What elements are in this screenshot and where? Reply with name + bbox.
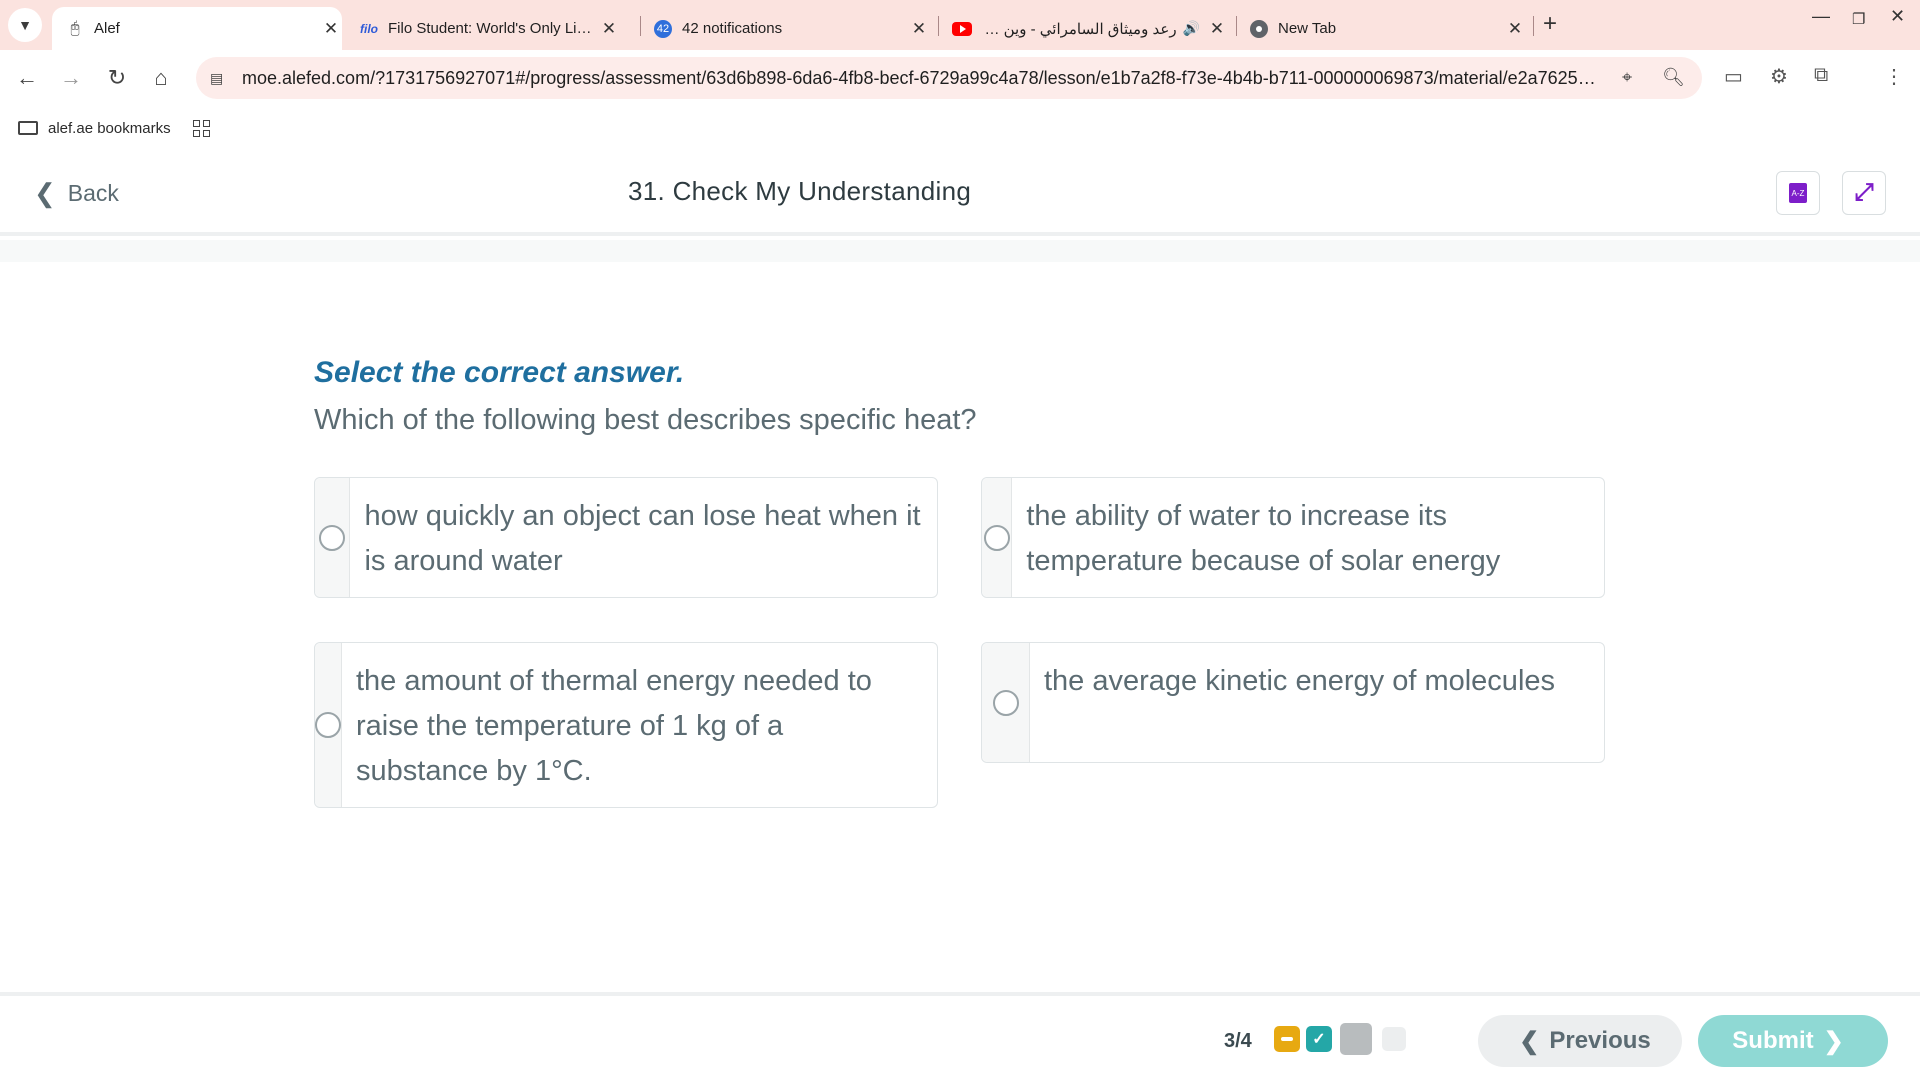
location-pin-icon[interactable]: ⌖ (1622, 67, 1632, 88)
chevron-left-icon: ❮ (34, 178, 56, 208)
tab-title: Filo Student: World's Only Live I (388, 20, 598, 37)
answer-text: how quickly an object can lose heat when… (364, 500, 921, 577)
tab-youtube[interactable]: رعد وميثاق السامرائي - وين صر 🔊 ✕ (938, 7, 1228, 50)
close-icon[interactable]: ✕ (598, 19, 620, 39)
answer-text: the average kinetic energy of molecules (1044, 665, 1556, 697)
progress-counter: 3/4 (1224, 1030, 1252, 1052)
browser-toolbar: ← → ↻ ⌂ ▤ moe.alefed.com/?1731756927071#… (0, 50, 1920, 106)
radio-column (315, 643, 342, 807)
radio-column (982, 643, 1030, 762)
tab-alef[interactable]: 🖰 Alef ✕ (52, 7, 342, 50)
expand-icon: ⤢ (1854, 179, 1874, 206)
question-instruction: Select the correct answer. (314, 356, 685, 389)
url-text: moe.alefed.com/?1731756927071#/progress/… (242, 67, 1602, 88)
window-close-icon[interactable]: ✕ (1890, 6, 1905, 27)
tab-new-tab[interactable]: New Tab ✕ (1236, 7, 1526, 50)
more-menu-icon[interactable]: ⋮ (1884, 64, 1904, 89)
close-icon[interactable]: ✕ (320, 19, 342, 39)
answer-text: the amount of thermal energy needed to r… (356, 665, 872, 787)
header-divider (0, 240, 1920, 262)
tab-search-menu-button[interactable]: ▼ (8, 8, 42, 42)
progress-item-3-current[interactable] (1340, 1023, 1372, 1055)
extensions-puzzle-icon[interactable]: ⧉ (1814, 64, 1828, 87)
question-prompt: Which of the following best describes sp… (314, 404, 977, 436)
youtube-icon (952, 21, 972, 36)
alef-icon: 🖰 (70, 19, 80, 37)
tab-separator (1533, 16, 1534, 36)
bookmark-folder-alef[interactable]: alef.ae bookmarks (18, 120, 171, 137)
answer-option-2[interactable]: the ability of water to increase its tem… (981, 477, 1605, 598)
close-icon[interactable]: ✕ (908, 19, 930, 39)
answer-option-1[interactable]: how quickly an object can lose heat when… (314, 477, 938, 598)
forward-arrow-icon[interactable]: → (58, 65, 84, 91)
folder-icon (18, 121, 38, 135)
tab-title: New Tab (1278, 20, 1337, 37)
submit-label: Submit (1732, 1027, 1814, 1054)
chevron-down-icon: ▼ (18, 17, 32, 33)
radio-column (982, 478, 1013, 597)
lesson-header: ❮ Back 31. Check My Understanding A-Z ⤢ (0, 150, 1920, 236)
restore-icon[interactable]: ❐ (1852, 10, 1865, 28)
cast-icon[interactable]: ▭ (1724, 64, 1743, 89)
tab-notifications[interactable]: 42 42 notifications ✕ (640, 7, 930, 50)
fullscreen-button[interactable]: ⤢ (1842, 171, 1886, 215)
tab-filo[interactable]: filo Filo Student: World's Only Live I ✕ (346, 7, 632, 50)
check-icon: ✓ (1312, 1031, 1326, 1048)
minimize-icon[interactable]: — (1812, 6, 1830, 27)
submit-button[interactable]: Submit ❯ (1698, 1015, 1888, 1067)
progress-item-2-correct[interactable]: ✓ (1306, 1026, 1332, 1052)
notification-badge-icon: 42 (654, 19, 672, 38)
tab-title: Alef (94, 20, 120, 37)
page-title: 31. Check My Understanding (628, 176, 972, 206)
back-label: Back (67, 180, 119, 206)
reload-icon[interactable]: ↻ (104, 65, 130, 91)
radio-button[interactable] (315, 712, 341, 738)
close-icon[interactable]: ✕ (1504, 19, 1526, 39)
filo-icon: filo (360, 21, 378, 36)
chevron-right-icon: ❯ (1823, 1027, 1844, 1055)
assessment-footer: 3/4 ✓ ❮ Previous Submit ❯ (0, 992, 1920, 1080)
new-tab-button[interactable]: + (1543, 10, 1557, 38)
site-info-icon[interactable]: ▤ (210, 70, 230, 87)
question-block: Select the correct answer. Which of the … (314, 356, 977, 437)
tab-title: 42 notifications (682, 20, 783, 37)
radio-button[interactable] (992, 689, 1019, 716)
extension-gear-icon[interactable]: ⚙ (1770, 64, 1788, 89)
answer-option-4[interactable]: the average kinetic energy of molecules (981, 642, 1605, 763)
zoom-icon[interactable]: 🔍︎ (1662, 67, 1685, 88)
progress-item-1-partial[interactable] (1274, 1026, 1300, 1052)
audio-playing-icon[interactable]: 🔊 (1183, 20, 1200, 37)
a-z-glossary-icon: A-Z (1789, 183, 1807, 203)
chrome-icon (1250, 19, 1268, 38)
close-icon[interactable]: ✕ (1206, 19, 1228, 39)
back-arrow-icon[interactable]: ← (14, 65, 40, 91)
chevron-left-icon: ❮ (1519, 1027, 1540, 1055)
answer-text: the ability of water to increase its tem… (1026, 500, 1501, 577)
address-bar[interactable]: ▤ moe.alefed.com/?1731756927071#/progres… (196, 57, 1702, 99)
home-icon[interactable]: ⌂ (148, 65, 174, 91)
previous-label: Previous (1549, 1027, 1651, 1054)
previous-button[interactable]: ❮ Previous (1478, 1015, 1682, 1067)
radio-column (315, 478, 351, 597)
back-button[interactable]: ❮ Back (34, 178, 119, 209)
tab-title: رعد وميثاق السامرائي - وين صر (982, 20, 1177, 38)
progress-item-4-empty[interactable] (1382, 1027, 1406, 1051)
glossary-button[interactable]: A-Z (1776, 171, 1820, 215)
apps-grid-icon[interactable] (192, 119, 210, 137)
radio-button[interactable] (983, 524, 1010, 551)
bookmark-label: alef.ae bookmarks (48, 119, 171, 137)
bookmarks-bar: alef.ae bookmarks (0, 106, 1920, 150)
answer-option-3[interactable]: the amount of thermal energy needed to r… (314, 642, 938, 808)
tab-strip: ▼ 🖰 Alef ✕ filo Filo Student: World's On… (0, 0, 1920, 50)
radio-button[interactable] (319, 524, 346, 551)
